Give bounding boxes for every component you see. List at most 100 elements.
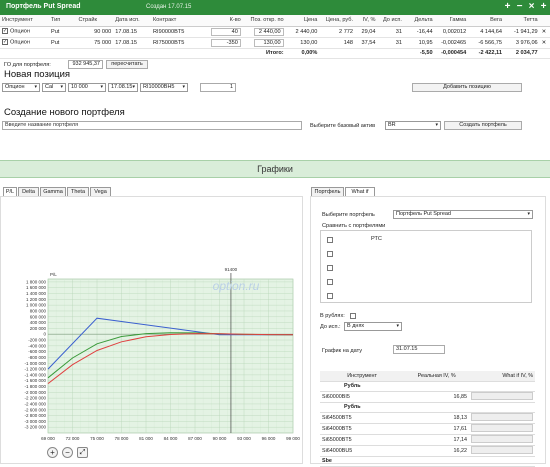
cell-price: 130,00 bbox=[285, 37, 320, 49]
cell-type: Put bbox=[48, 26, 77, 38]
table-row: Si60000BI5 16,85 bbox=[320, 391, 535, 403]
row-checkbox[interactable]: ✓ bbox=[2, 39, 8, 46]
x-tick-label: 93 000 bbox=[237, 436, 251, 441]
col-delta: Дельта bbox=[403, 15, 435, 27]
y-tick-label: 200 000 bbox=[30, 326, 47, 331]
close-icon[interactable]: × bbox=[526, 1, 537, 13]
cell-type: Put bbox=[48, 37, 77, 49]
chevron-down-icon: ▾ bbox=[132, 84, 135, 90]
contract-select[interactable]: RI10000BH5 ▾ bbox=[140, 83, 188, 92]
y-tick-label: -3 000 000 bbox=[24, 419, 46, 424]
instrument-select[interactable]: Опцион ▾ bbox=[2, 83, 40, 92]
add-icon[interactable]: + bbox=[502, 1, 513, 13]
col-instrument: Инструмент bbox=[0, 15, 49, 27]
y-tick-label: -400 000 bbox=[28, 343, 46, 348]
cell-strike: 90 000 bbox=[76, 26, 114, 38]
y-tick-label: -2 200 000 bbox=[24, 396, 46, 401]
y-tick-label: -200 000 bbox=[28, 338, 46, 343]
type-select[interactable]: Cal ▾ bbox=[42, 83, 66, 92]
y-tick-label: -2 800 000 bbox=[24, 413, 46, 418]
qty-input[interactable]: 40 bbox=[210, 27, 241, 36]
compare-checkbox[interactable] bbox=[327, 265, 333, 271]
iv-real: 17,61 bbox=[404, 423, 469, 435]
asset-select[interactable]: BR ▾ bbox=[385, 121, 441, 130]
zoom-reset-icon[interactable]: ⤢ bbox=[77, 447, 88, 458]
iv-group-row: Рубль bbox=[320, 381, 535, 392]
open-price-input[interactable]: 130,00 bbox=[253, 38, 284, 47]
y-tick-label: 600 000 bbox=[30, 314, 47, 319]
y-tick-label: -600 000 bbox=[28, 349, 46, 354]
col-iv: IV, % bbox=[355, 15, 378, 27]
whatif-iv-input[interactable] bbox=[470, 434, 533, 443]
rub-checkbox[interactable] bbox=[350, 313, 356, 319]
delete-icon[interactable]: ✕ bbox=[539, 26, 550, 38]
chevron-down-icon: ▾ bbox=[435, 122, 438, 128]
add-position-button[interactable]: Добавить позицию bbox=[412, 83, 522, 92]
x-tick-label: 87 000 bbox=[188, 436, 202, 441]
chevron-down-icon: ▾ bbox=[60, 84, 63, 90]
iv-col-real: Реальная IV, % bbox=[404, 371, 469, 382]
col-price: Цена bbox=[285, 15, 320, 27]
new-position-heading: Новая позиция bbox=[4, 69, 71, 80]
zoom-out-icon[interactable]: − bbox=[62, 447, 73, 458]
iv-real: 18,13 bbox=[404, 412, 469, 424]
expand-icon[interactable]: + bbox=[538, 1, 549, 13]
cell-price-rub: 2 772 bbox=[319, 26, 356, 38]
recalc-button[interactable]: пересчитать bbox=[106, 60, 148, 69]
whatif-iv-input[interactable] bbox=[470, 412, 533, 421]
cell-price-rub: 148 bbox=[319, 37, 356, 49]
total-row: Итого: 0,00% -5,50 -0,000454 -2 422,11 2… bbox=[0, 48, 550, 59]
portfolio-select[interactable]: Портфель Put Spread ▾ bbox=[393, 210, 533, 219]
total-gamma: -0,000454 bbox=[434, 48, 469, 59]
col-days: До исп. bbox=[377, 15, 404, 27]
compare-checkbox[interactable] bbox=[327, 293, 333, 299]
create-portfolio-button[interactable]: Создать портфель bbox=[444, 121, 522, 130]
whatif-iv-input[interactable] bbox=[470, 423, 533, 432]
whatif-iv-input[interactable] bbox=[470, 445, 533, 454]
chevron-down-icon: ▾ bbox=[100, 84, 103, 90]
col-date: Дата исп. bbox=[113, 15, 151, 27]
expiry-label: До исп.: bbox=[320, 324, 341, 330]
cell-date: 17.08.15 bbox=[113, 37, 151, 49]
y-tick-label: 400 000 bbox=[30, 320, 47, 325]
portfolio-name-input[interactable]: Введите название портфеля bbox=[2, 121, 302, 130]
col-type: Тип bbox=[48, 15, 77, 27]
compare-label: Сравнить с портфелями bbox=[322, 223, 386, 229]
iv-real: 17,14 bbox=[404, 434, 469, 446]
y-tick-label: 1 400 000 bbox=[26, 291, 47, 296]
open-price-input[interactable]: 2 440,00 bbox=[253, 27, 284, 36]
compare-checkbox[interactable] bbox=[327, 251, 333, 257]
chart-date-input[interactable]: 31.07.15 bbox=[393, 345, 445, 354]
positions-header-row: Инструмент Тип Страйк Дата исп. Контракт… bbox=[0, 15, 550, 27]
row-checkbox[interactable]: ✓ bbox=[2, 28, 8, 35]
current-price-label: 91400 bbox=[225, 267, 238, 272]
date-select[interactable]: 17.08.15 ▾ bbox=[108, 83, 138, 92]
delete-icon[interactable]: ✕ bbox=[539, 37, 550, 49]
qty-input[interactable]: -350 bbox=[210, 38, 241, 47]
total-pct: 0,00% bbox=[285, 48, 320, 59]
qty-field[interactable]: 1 bbox=[200, 83, 236, 92]
cell-theta: -1 941,29 bbox=[503, 26, 540, 38]
col-vega: Вега bbox=[468, 15, 504, 27]
compare-checkbox[interactable] bbox=[327, 237, 333, 243]
cell-contract: RI90000BT5 bbox=[151, 26, 200, 38]
strike-select[interactable]: 10 000 ▾ bbox=[68, 83, 106, 92]
table-row: Si64000BU5 16,22 bbox=[320, 445, 535, 457]
x-tick-label: 84 000 bbox=[164, 436, 178, 441]
expiry-select[interactable]: В днях ▾ bbox=[344, 322, 402, 331]
zoom-in-icon[interactable]: + bbox=[47, 447, 58, 458]
y-tick-label: -1 200 000 bbox=[24, 367, 46, 372]
portfolio-header-bar: Портфель Put Spread Создан 17.07.15 + − … bbox=[0, 0, 550, 15]
table-row: Si64000BT5 17,61 bbox=[320, 423, 535, 435]
iv-instrument: Si64500BT5 bbox=[320, 412, 405, 424]
col-qty: К-во bbox=[199, 15, 243, 27]
y-tick-label: -1 400 000 bbox=[24, 372, 46, 377]
cell-delta: -16,44 bbox=[403, 26, 435, 38]
y-tick-label: -2 400 000 bbox=[24, 401, 46, 406]
compare-checkbox[interactable] bbox=[327, 279, 333, 285]
iv-col-instrument: Инструмент bbox=[320, 371, 405, 382]
x-tick-label: 72 000 bbox=[66, 436, 80, 441]
minimize-icon[interactable]: − bbox=[514, 1, 525, 13]
charts-section-header: Графики bbox=[0, 160, 550, 178]
whatif-iv-input[interactable] bbox=[470, 391, 533, 400]
